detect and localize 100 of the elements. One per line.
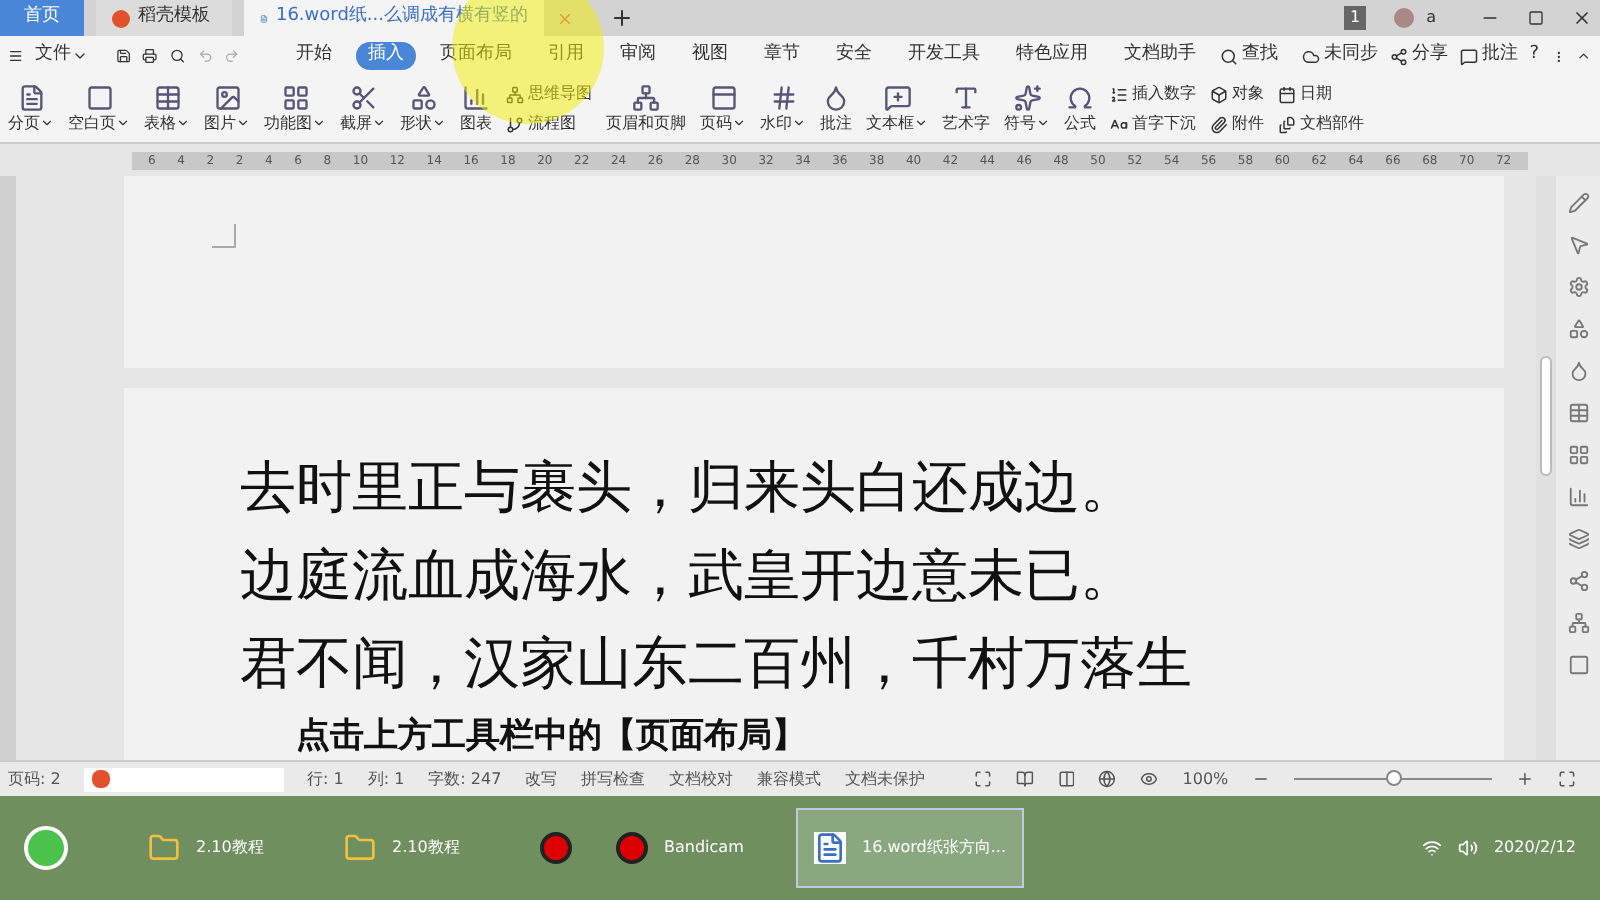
zoom-in-icon[interactable] (1516, 770, 1535, 788)
caret-icon (732, 116, 746, 130)
view-icon[interactable] (973, 770, 992, 788)
side-tool-icon[interactable] (1567, 360, 1589, 382)
caret-icon (71, 48, 88, 64)
ribbon-small-button[interactable]: 首字下沉 (1110, 112, 1196, 136)
side-tool-icon[interactable] (1567, 318, 1589, 340)
ribbon-button[interactable]: 表格 (144, 83, 190, 135)
reading-view-icon[interactable] (1015, 770, 1034, 788)
ribbon-button[interactable]: 艺术字 (942, 83, 990, 135)
status-button[interactable]: 文档未保护 (845, 767, 926, 791)
status-button[interactable]: 改写 (525, 767, 558, 791)
record-icon (616, 832, 648, 864)
maximize-icon[interactable] (1528, 10, 1544, 26)
zoom-level[interactable]: 100% (1182, 767, 1229, 791)
zoom-slider-thumb[interactable] (1385, 770, 1402, 786)
ribbon-button[interactable]: 文本框 (866, 83, 928, 135)
cloud-icon (1301, 47, 1320, 65)
ribbon-button[interactable]: 公式 (1064, 83, 1096, 135)
caret-icon (792, 116, 806, 130)
status-button[interactable]: 兼容模式 (757, 767, 822, 791)
cube-icon (1210, 85, 1228, 103)
avatar-icon[interactable] (1394, 8, 1415, 28)
ribbon-button[interactable]: 符号 (1004, 83, 1050, 135)
ribbon-button[interactable]: 分页 (8, 83, 54, 135)
poem-line: 边庭流血成海水，武皇开边意未已。 (240, 544, 1138, 608)
folder-icon (344, 832, 376, 864)
ribbon-button[interactable]: 批注 (820, 83, 852, 135)
side-tool-icon[interactable] (1567, 612, 1589, 634)
preview-icon[interactable] (169, 46, 185, 66)
side-tool-icon[interactable] (1567, 444, 1589, 466)
ribbon-tab[interactable]: 开发工具 (895, 42, 992, 70)
ribbon-tab[interactable]: 插入 (355, 42, 416, 70)
ribbon-button[interactable]: 功能图 (264, 83, 326, 135)
record-icon (540, 832, 572, 864)
ribbon-button[interactable]: 图片 (204, 83, 250, 135)
vertical-scrollbar[interactable] (1536, 176, 1556, 760)
side-tool-icon[interactable] (1567, 234, 1589, 256)
ribbon-small-button[interactable]: 日期 (1278, 82, 1364, 106)
ribbon-small-button[interactable]: 附件 (1210, 112, 1264, 136)
side-tool-icon[interactable] (1567, 486, 1589, 508)
ribbon-button[interactable]: 形状 (400, 83, 446, 135)
eye-icon[interactable] (1140, 770, 1159, 788)
taskbar-button[interactable]: Bandicam (600, 808, 780, 888)
header-footer-icon (709, 83, 737, 111)
help-button[interactable]: ? (1529, 42, 1540, 70)
caret-icon (432, 116, 446, 130)
document-tab[interactable]: 首页 (0, 0, 84, 36)
ribbon-tab[interactable]: 审阅 (607, 42, 668, 70)
ribbon-small-button[interactable]: 流程图 (506, 112, 592, 136)
share-button[interactable]: 分享 (1389, 42, 1448, 70)
ribbon-button[interactable]: 页眉和页脚 (606, 83, 686, 135)
save-icon[interactable] (115, 46, 131, 66)
search-button[interactable]: 查找 (1219, 42, 1278, 70)
status-button[interactable]: 文档校对 (669, 767, 734, 791)
comment-button[interactable]: 批注 (1459, 42, 1518, 70)
ribbon-button[interactable]: 页码 (700, 83, 746, 135)
document-tab[interactable]: 稻壳模板 (96, 0, 232, 36)
ribbon-tab[interactable]: 特色应用 (1003, 42, 1100, 70)
sync-button[interactable]: 未同步 (1301, 42, 1378, 70)
ribbon-button[interactable]: 截屏 (340, 83, 386, 135)
ribbon-tab[interactable]: 安全 (823, 42, 884, 70)
side-tool-icon[interactable] (1567, 192, 1589, 214)
fit-icon[interactable] (1558, 770, 1577, 788)
print-icon[interactable] (142, 46, 158, 66)
page-view-icon[interactable] (1057, 770, 1075, 788)
redo-icon[interactable] (224, 46, 240, 66)
menu-icon[interactable] (8, 46, 24, 66)
ribbon-tab[interactable]: 文档助手 (1111, 42, 1208, 70)
undo-icon[interactable] (197, 46, 213, 66)
web-view-icon[interactable] (1098, 770, 1117, 788)
clock-date: 2020/2/12 (1493, 836, 1576, 860)
ribbon-small-button[interactable]: 对象 (1210, 82, 1264, 106)
taskbar-button[interactable]: 2.10教程 (132, 808, 312, 888)
ribbon-small-button[interactable]: 文档部件 (1278, 112, 1364, 136)
user-name: a (1426, 6, 1436, 30)
new-tab-icon[interactable] (610, 6, 634, 30)
page-indicator: 页码: 2 (8, 767, 61, 791)
ribbon-tab[interactable]: 视图 (679, 42, 740, 70)
file-menu[interactable]: 文件 (35, 42, 88, 70)
ribbon-tab[interactable]: 章节 (751, 42, 812, 70)
ribbon-tab[interactable]: 开始 (283, 42, 344, 70)
notification-badge[interactable]: 1 (1344, 6, 1367, 30)
side-tool-icon[interactable] (1567, 402, 1589, 424)
search-icon (1219, 47, 1238, 65)
network-icon[interactable] (1421, 838, 1442, 858)
side-tool-icon[interactable] (1567, 528, 1589, 550)
taskbar-button[interactable]: 2.10教程 (328, 808, 508, 888)
ribbon-button[interactable]: 空白页 (68, 83, 130, 135)
side-tool-icon[interactable] (1567, 654, 1589, 676)
side-tool-icon[interactable] (1567, 570, 1589, 592)
volume-icon[interactable] (1457, 838, 1478, 858)
ribbon-small-button[interactable]: 插入数字 (1110, 82, 1196, 106)
start-button[interactable] (24, 826, 68, 870)
ribbon-button[interactable]: 图表 (460, 83, 492, 135)
close-icon[interactable] (1572, 8, 1592, 28)
side-tool-icon[interactable] (1567, 276, 1589, 298)
status-button[interactable]: 拼写检查 (581, 767, 646, 791)
ribbon-button[interactable]: 水印 (760, 83, 806, 135)
input-method-toolbar[interactable] (84, 767, 283, 791)
